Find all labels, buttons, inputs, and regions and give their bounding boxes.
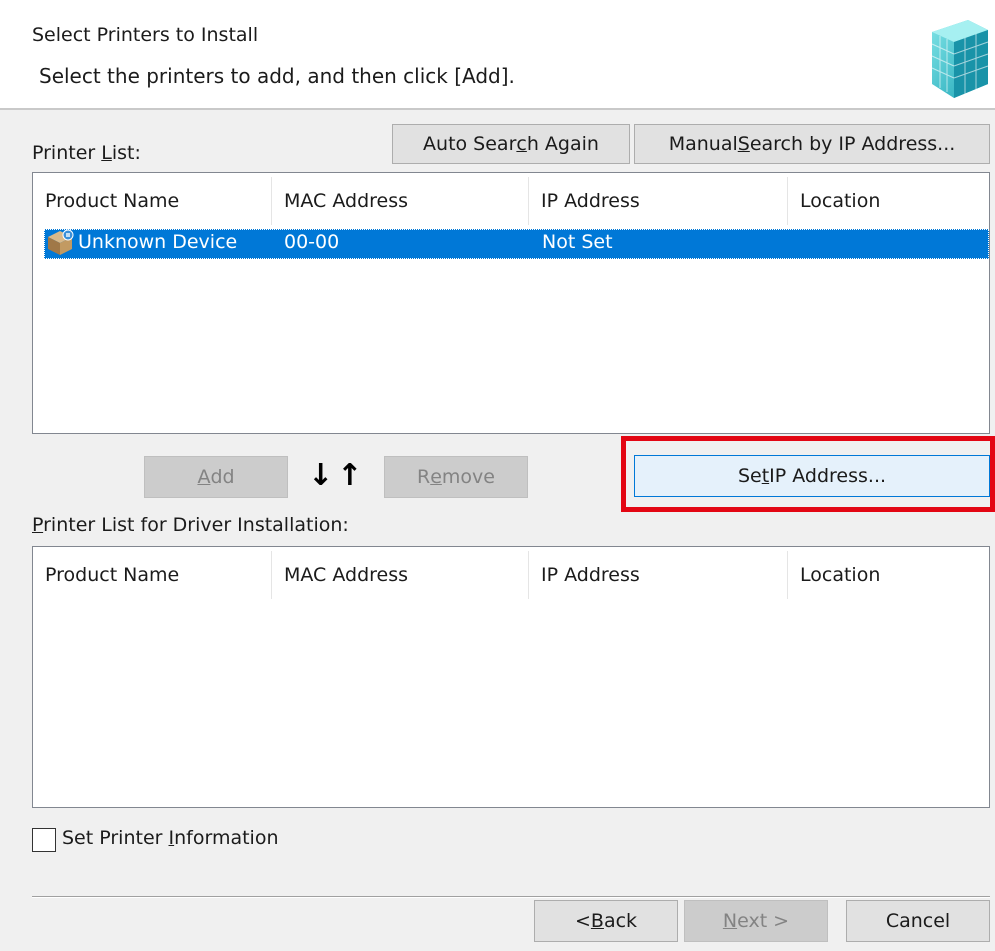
page-title: Select Printers to Install: [32, 24, 259, 46]
column-header-mac-address[interactable]: MAC Address: [272, 173, 528, 229]
install-list-label: Printer List for Driver Installation:: [32, 514, 349, 536]
next-button[interactable]: Next >: [684, 900, 828, 942]
column-header-location[interactable]: Location: [788, 547, 988, 603]
row-ip-address: Not Set: [542, 231, 613, 253]
auto-search-again-button[interactable]: Auto Sear c h Again: [392, 124, 630, 164]
manual-search-by-ip-button[interactable]: Manual Search by IP Address...: [634, 124, 990, 164]
set-printer-information-label[interactable]: Set Printer Information: [62, 827, 279, 849]
column-header-location[interactable]: Location: [788, 173, 988, 229]
row-product-name: Unknown Device: [78, 231, 238, 253]
install-list-view[interactable]: Product Name MAC Address IP Address Loca…: [32, 546, 990, 808]
wizard-header: [0, 0, 995, 108]
add-button[interactable]: Add: [144, 456, 288, 498]
printer-device-icon: [48, 229, 74, 255]
move-arrows-icon: ↓↑: [308, 458, 367, 493]
column-header-product-name[interactable]: Product Name: [33, 173, 271, 229]
back-button[interactable]: < Back: [534, 900, 678, 942]
column-header-product-name[interactable]: Product Name: [33, 547, 271, 603]
column-header-ip-address[interactable]: IP Address: [529, 173, 787, 229]
remove-button[interactable]: Re move: [384, 456, 528, 498]
cancel-button[interactable]: Cancel: [846, 900, 990, 942]
row-mac-address: 00-00: [284, 231, 340, 253]
set-printer-information-checkbox[interactable]: [32, 828, 56, 852]
printer-installer-logo-icon: [931, 20, 989, 98]
printer-list-label: Printer List:: [32, 142, 141, 164]
column-header-mac-address[interactable]: MAC Address: [272, 547, 528, 603]
page-subtitle: Select the printers to add, and then cli…: [39, 64, 515, 88]
column-header-ip-address[interactable]: IP Address: [529, 547, 787, 603]
printer-list-view[interactable]: Product Name MAC Address IP Address Loca…: [32, 172, 990, 434]
footer-divider-highlight: [32, 897, 990, 898]
highlight-box: [621, 436, 995, 512]
